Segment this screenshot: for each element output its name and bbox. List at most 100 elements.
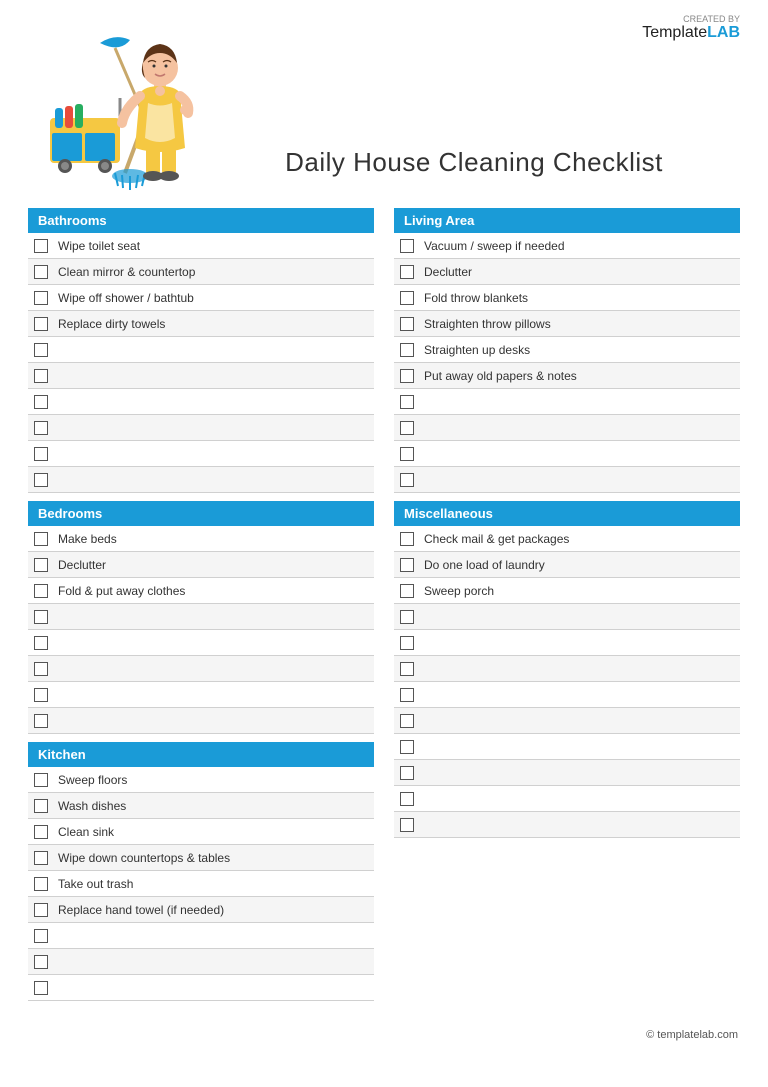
checkbox[interactable] bbox=[34, 929, 48, 943]
checkbox[interactable] bbox=[400, 291, 414, 305]
checkbox[interactable] bbox=[400, 636, 414, 650]
checkbox[interactable] bbox=[34, 825, 48, 839]
checkbox[interactable] bbox=[400, 714, 414, 728]
checkbox[interactable] bbox=[34, 421, 48, 435]
list-item[interactable] bbox=[28, 923, 374, 949]
list-item[interactable]: Make beds bbox=[28, 526, 374, 552]
list-item[interactable] bbox=[394, 604, 740, 630]
checkbox[interactable] bbox=[34, 265, 48, 279]
list-item[interactable]: Check mail & get packages bbox=[394, 526, 740, 552]
checkbox[interactable] bbox=[34, 584, 48, 598]
list-item[interactable] bbox=[394, 708, 740, 734]
checkbox[interactable] bbox=[34, 291, 48, 305]
list-item[interactable]: Sweep porch bbox=[394, 578, 740, 604]
cleaner-illustration bbox=[30, 18, 210, 198]
illustration bbox=[30, 18, 210, 198]
list-item[interactable] bbox=[28, 604, 374, 630]
checkbox[interactable] bbox=[34, 317, 48, 331]
checkbox[interactable] bbox=[34, 636, 48, 650]
list-item[interactable] bbox=[28, 630, 374, 656]
checkbox[interactable] bbox=[34, 773, 48, 787]
checkbox[interactable] bbox=[34, 688, 48, 702]
checkbox[interactable] bbox=[400, 317, 414, 331]
list-item[interactable]: Declutter bbox=[28, 552, 374, 578]
list-item[interactable]: Clean sink bbox=[28, 819, 374, 845]
checkbox[interactable] bbox=[34, 981, 48, 995]
list-item[interactable] bbox=[28, 975, 374, 1001]
checkbox[interactable] bbox=[400, 558, 414, 572]
checkbox[interactable] bbox=[34, 610, 48, 624]
checkbox[interactable] bbox=[400, 447, 414, 461]
checkbox[interactable] bbox=[400, 369, 414, 383]
checkbox[interactable] bbox=[34, 558, 48, 572]
checkbox[interactable] bbox=[34, 714, 48, 728]
list-item[interactable]: Put away old papers & notes bbox=[394, 363, 740, 389]
checkbox[interactable] bbox=[400, 584, 414, 598]
list-item[interactable]: Take out trash bbox=[28, 871, 374, 897]
list-item[interactable] bbox=[394, 389, 740, 415]
list-item[interactable] bbox=[394, 734, 740, 760]
checkbox[interactable] bbox=[400, 688, 414, 702]
checkbox[interactable] bbox=[400, 473, 414, 487]
list-item[interactable] bbox=[394, 467, 740, 493]
checkbox[interactable] bbox=[400, 395, 414, 409]
checkbox[interactable] bbox=[34, 532, 48, 546]
list-item[interactable] bbox=[28, 415, 374, 441]
list-item[interactable]: Replace hand towel (if needed) bbox=[28, 897, 374, 923]
list-item[interactable]: Wipe toilet seat bbox=[28, 233, 374, 259]
checkbox[interactable] bbox=[34, 903, 48, 917]
list-item[interactable]: Straighten throw pillows bbox=[394, 311, 740, 337]
checkbox[interactable] bbox=[400, 766, 414, 780]
list-item[interactable]: Straighten up desks bbox=[394, 337, 740, 363]
list-item[interactable]: Do one load of laundry bbox=[394, 552, 740, 578]
list-item[interactable]: Replace dirty towels bbox=[28, 311, 374, 337]
checkbox[interactable] bbox=[400, 818, 414, 832]
checkbox[interactable] bbox=[400, 610, 414, 624]
checkbox[interactable] bbox=[34, 473, 48, 487]
list-item[interactable] bbox=[28, 441, 374, 467]
checkbox[interactable] bbox=[34, 239, 48, 253]
list-item[interactable]: Wipe off shower / bathtub bbox=[28, 285, 374, 311]
checkbox[interactable] bbox=[400, 343, 414, 357]
list-item[interactable] bbox=[28, 363, 374, 389]
checkbox[interactable] bbox=[34, 955, 48, 969]
checkbox[interactable] bbox=[400, 239, 414, 253]
list-item[interactable]: Fold throw blankets bbox=[394, 285, 740, 311]
list-item[interactable]: Sweep floors bbox=[28, 767, 374, 793]
checkbox[interactable] bbox=[400, 662, 414, 676]
list-item[interactable] bbox=[394, 812, 740, 838]
checkbox[interactable] bbox=[400, 740, 414, 754]
list-item[interactable]: Declutter bbox=[394, 259, 740, 285]
list-item[interactable] bbox=[394, 630, 740, 656]
list-item[interactable]: Wash dishes bbox=[28, 793, 374, 819]
checkbox[interactable] bbox=[34, 395, 48, 409]
list-item[interactable]: Fold & put away clothes bbox=[28, 578, 374, 604]
list-item[interactable]: Wipe down countertops & tables bbox=[28, 845, 374, 871]
checkbox[interactable] bbox=[34, 343, 48, 357]
list-item[interactable] bbox=[28, 337, 374, 363]
checkbox[interactable] bbox=[400, 532, 414, 546]
checkbox[interactable] bbox=[34, 877, 48, 891]
list-item[interactable] bbox=[394, 415, 740, 441]
list-item[interactable] bbox=[28, 656, 374, 682]
list-item[interactable] bbox=[28, 467, 374, 493]
checkbox[interactable] bbox=[400, 421, 414, 435]
list-item[interactable] bbox=[394, 760, 740, 786]
list-item[interactable] bbox=[394, 786, 740, 812]
list-item[interactable] bbox=[394, 441, 740, 467]
list-item[interactable] bbox=[28, 949, 374, 975]
list-item[interactable]: Vacuum / sweep if needed bbox=[394, 233, 740, 259]
checkbox[interactable] bbox=[400, 265, 414, 279]
list-item[interactable] bbox=[28, 682, 374, 708]
checkbox[interactable] bbox=[34, 447, 48, 461]
list-item[interactable] bbox=[28, 389, 374, 415]
checkbox[interactable] bbox=[34, 851, 48, 865]
checkbox[interactable] bbox=[34, 369, 48, 383]
checkbox[interactable] bbox=[34, 799, 48, 813]
list-item[interactable] bbox=[394, 682, 740, 708]
checkbox[interactable] bbox=[400, 792, 414, 806]
list-item[interactable] bbox=[28, 708, 374, 734]
list-item[interactable]: Clean mirror & countertop bbox=[28, 259, 374, 285]
checkbox[interactable] bbox=[34, 662, 48, 676]
list-item[interactable] bbox=[394, 656, 740, 682]
